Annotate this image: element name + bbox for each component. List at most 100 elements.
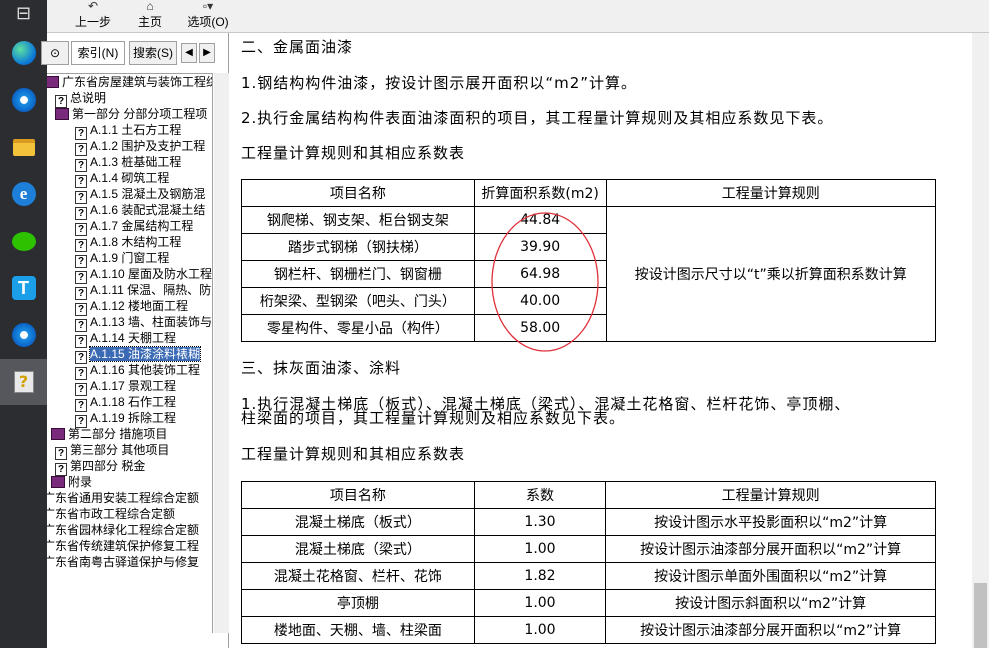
table2-header-name: 项目名称 [241, 481, 475, 509]
tree-item[interactable]: ? A.1.12 楼地面工程 [75, 298, 189, 316]
help-content: 二、金属面油漆 1.钢结构构件油漆，按设计图示展开面积以“m2”计算。 2.执行… [230, 33, 972, 648]
tree-item[interactable]: ? A.1.3 桩基础工程 [75, 154, 182, 172]
tree-item-label: 第四部分 税金 [70, 459, 146, 473]
table-cell: 按设计图示单面外围面积以“m2”计算 [605, 562, 936, 590]
tree-item[interactable]: 附录 [51, 474, 92, 490]
taskbar: ⊟ e T ? [0, 0, 47, 648]
table-cell: 钢栏杆、钢栅栏门、钢窗栅 [241, 260, 475, 288]
tree-item-label: A.1.3 桩基础工程 [90, 155, 182, 169]
tree-item[interactable]: ? A.1.11 保温、隔热、防 [75, 282, 212, 300]
tab-index[interactable]: 索引(N) [71, 41, 125, 65]
tree-item-label: A.1.9 门窗工程 [90, 251, 170, 265]
tree-item-label: 广东省南粤古驿道保护与修复 [47, 555, 200, 569]
tree-item[interactable]: ? 总说明 [55, 90, 107, 108]
tree-item[interactable]: ? A.1.6 装配式混凝土结 [75, 202, 206, 220]
options-icon: ▫▾ [202, 0, 214, 13]
tree-item-label: A.1.6 装配式混凝土结 [90, 203, 206, 217]
tree-item[interactable]: ? A.1.1 土石方工程 [75, 122, 182, 140]
table1-header-coef: 折算面积系数(m2) [473, 179, 607, 207]
tree-item[interactable]: 广东省通用安装工程综合定额 [47, 490, 199, 506]
tree-item-label: A.1.5 混凝土及钢筋混 [90, 187, 206, 201]
back-button[interactable]: ↶ 上一步 [73, 0, 113, 32]
table-cell: 按设计图示斜面积以“m2”计算 [605, 589, 936, 617]
paragraph-3b: 柱梁面的项目，其工程量计算规则及相应系数见下表。 [241, 409, 626, 427]
book-icon [47, 76, 59, 88]
home-icon: ⌂ [146, 0, 154, 13]
table2-header-coef: 系数 [473, 481, 607, 509]
tree-item-label: A.1.12 楼地面工程 [90, 299, 189, 313]
home-button[interactable]: ⌂ 主页 [132, 0, 168, 32]
tree-item[interactable]: 广东省房屋建筑与装饰工程综 [47, 74, 213, 90]
tree-item[interactable]: ? A.1.2 围护及支护工程 [75, 138, 205, 156]
tree-item[interactable]: ? A.1.8 木结构工程 [75, 234, 182, 252]
tree-item[interactable]: ? A.1.18 石作工程 [75, 394, 177, 412]
tree-item-label: 第三部分 其他项目 [70, 443, 170, 457]
tree-scrollbar[interactable] [214, 73, 229, 633]
tree-item-label: A.1.18 石作工程 [90, 395, 177, 409]
table-cell: 钢爬梯、钢支架、柜台钢支架 [241, 206, 475, 234]
table-cell: 1.30 [473, 508, 607, 536]
tree-item[interactable]: ? 第三部分 其他项目 [55, 442, 170, 460]
tree-item-label: 广东省市政工程综合定额 [47, 507, 176, 521]
tree-item-label: A.1.17 景观工程 [90, 379, 177, 393]
tree-item[interactable]: 广东省市政工程综合定额 [47, 506, 175, 522]
tab-search[interactable]: 搜索(S) [129, 41, 177, 65]
tab-contents[interactable]: ⊙ [41, 41, 69, 65]
tree-item[interactable]: 广东省南粤古驿道保护与修复 [47, 554, 199, 570]
table1-rule-cell: 按设计图示尺寸以“t”乘以折算面积系数计算 [605, 206, 937, 342]
tree-item-label: 广东省房屋建筑与装饰工程综 [62, 75, 213, 89]
wechat-icon[interactable] [0, 218, 47, 264]
tree-item[interactable]: ? A.1.19 拆除工程 [75, 410, 176, 428]
table-cell: 1.82 [473, 562, 607, 590]
tree-item[interactable]: ? A.1.7 金属结构工程 [75, 218, 193, 236]
tree-item[interactable]: ? A.1.5 混凝土及钢筋混 [75, 186, 206, 204]
tree-item-label: A.1.1 土石方工程 [90, 123, 182, 137]
tree-item[interactable]: ? 第四部分 税金 [55, 458, 146, 476]
back-arrow-icon: ↶ [87, 0, 99, 13]
ie-icon[interactable]: e [0, 171, 47, 217]
tree-item[interactable]: ? A.1.15 油漆涂料裱糊 [75, 346, 202, 364]
help-icon[interactable]: ? [0, 359, 47, 405]
tree-item[interactable]: ? A.1.17 景观工程 [75, 378, 177, 396]
table1-header-rule: 工程量计算规则 [605, 179, 937, 207]
tree-item-label: A.1.13 墙、柱面装饰与 [90, 315, 213, 329]
book-icon [51, 476, 65, 488]
tree-item-label: A.1.11 保温、隔热、防 [90, 283, 212, 297]
tree-item[interactable]: 第二部分 措施项目 [51, 426, 167, 442]
navigation-pane: ⊙ 索引(N) 搜索(S) ◀ ▶ 广东省房屋建筑与装饰工程综? 总说明 第一部分 … [41, 33, 229, 648]
tree-item[interactable]: ? A.1.14 天棚工程 [75, 330, 176, 348]
file-explorer-icon[interactable] [0, 124, 47, 170]
table1-title: 工程量计算规则和其相应系数表 [241, 144, 466, 162]
content-scrollbar[interactable] [972, 33, 989, 648]
paragraph-2: 2.执行金属结构构件表面油漆面积的项目，其工程量计算规则及其相应系数见下表。 [241, 109, 834, 127]
tree-item-label: A.1.4 砌筑工程 [90, 171, 170, 185]
edge-dev-icon[interactable] [0, 312, 47, 358]
table2-header-rule: 工程量计算规则 [605, 481, 936, 509]
tree-item[interactable]: 广东省传统建筑保护修复工程 [47, 538, 199, 554]
options-button[interactable]: ▫▾ 选项(O) [185, 0, 231, 32]
tree-item-label: A.1.8 木结构工程 [90, 235, 182, 249]
table-cell: 混凝土梯底（梁式） [241, 535, 475, 563]
table-cell: 按设计图示油漆部分展开面积以“m2”计算 [605, 535, 936, 563]
tree-item[interactable]: ? A.1.10 屋面及防水工程 [75, 266, 212, 284]
tree-item[interactable]: ? A.1.9 门窗工程 [75, 250, 170, 268]
edge-icon[interactable] [0, 30, 47, 76]
tree-item[interactable]: ? A.1.4 砌筑工程 [75, 170, 170, 188]
tree-item[interactable]: ? A.1.13 墙、柱面装饰与 [75, 314, 213, 332]
table-cell: 1.00 [473, 589, 607, 617]
contents-tree: 广东省房屋建筑与装饰工程综? 总说明 第一部分 分部分项工程项? A.1.1 土石方工… [47, 73, 213, 633]
table-cell: 混凝土梯底（板式） [241, 508, 475, 536]
t-app-icon[interactable]: T [0, 265, 47, 311]
content-scroll-thumb[interactable] [974, 583, 987, 648]
tab-scroll-left-icon[interactable]: ◀ [181, 43, 197, 63]
tree-item-label: 总说明 [70, 91, 107, 105]
tree-item-label: 广东省园林绿化工程综合定额 [47, 523, 200, 537]
tab-scroll-right-icon[interactable]: ▶ [199, 43, 215, 63]
tree-item[interactable]: ? A.1.16 其他装饰工程 [75, 362, 200, 380]
section-heading-metal: 二、金属面油漆 [241, 38, 354, 56]
table-cell: 楼地面、天棚、墙、柱梁面 [241, 616, 475, 644]
tree-item[interactable]: 广东省园林绿化工程综合定额 [47, 522, 199, 538]
tree-item[interactable]: 第一部分 分部分项工程项 [55, 106, 207, 122]
tree-item-label: 广东省通用安装工程综合定额 [47, 491, 200, 505]
edge-dev-icon[interactable] [0, 77, 47, 123]
